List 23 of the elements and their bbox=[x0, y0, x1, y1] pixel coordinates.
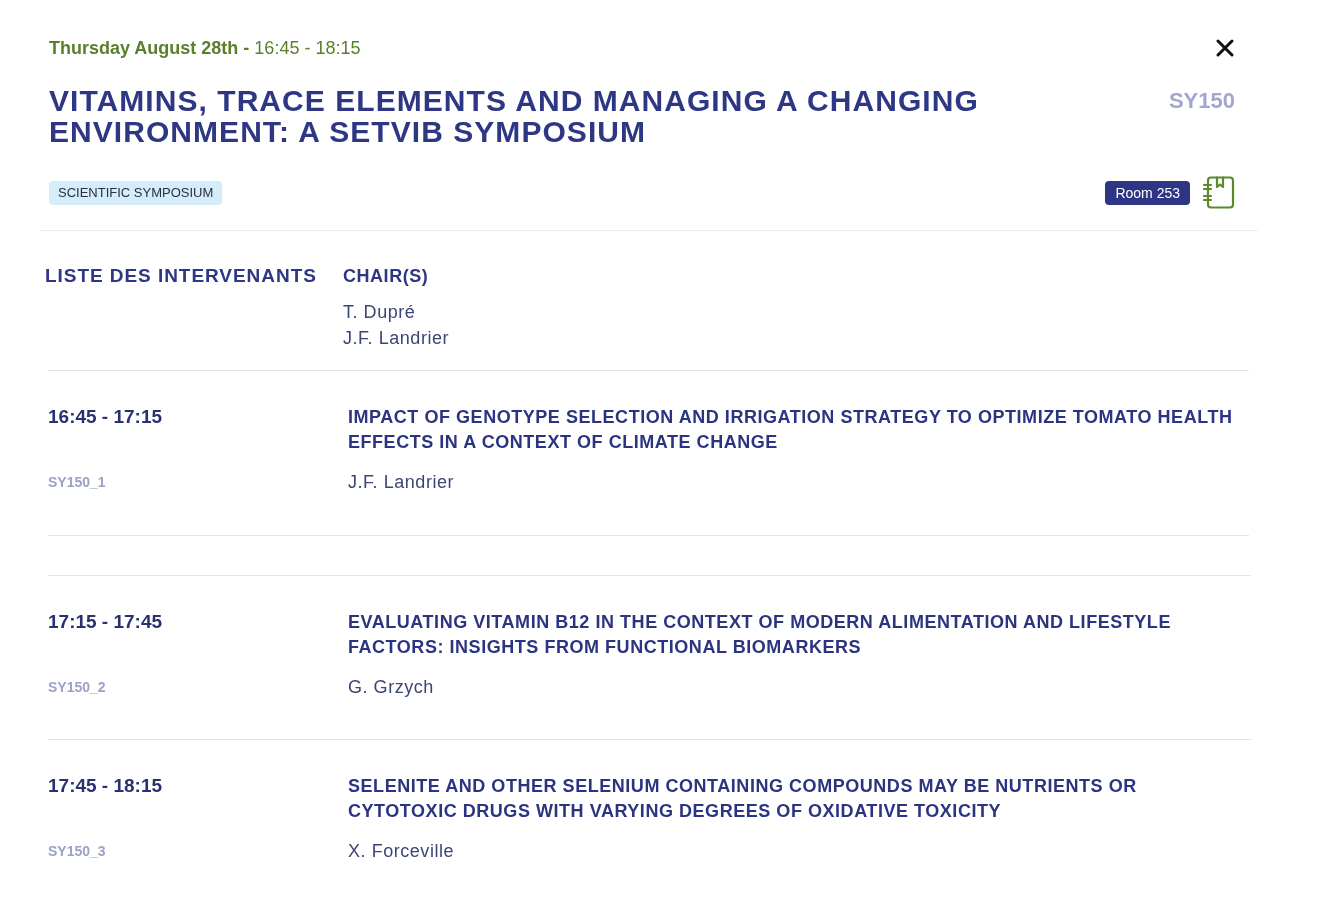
chair-name: T. Dupré bbox=[343, 301, 417, 324]
speaker-name: X. Forceville bbox=[348, 840, 456, 863]
chair-name: J.F. Landrier bbox=[343, 327, 450, 350]
talk-title: EVALUATING VITAMIN B12 IN THE CONTEXT OF MODERN ALIMENTATION AND LIFESTYLE FACTORS: INSIGHTS FROM FUNCTIONAL BIOMARKERS bbox=[348, 611, 1172, 659]
room-label: Room 253 bbox=[1105, 180, 1190, 205]
session-time: 17:45 - 18:15 bbox=[48, 774, 164, 798]
category-tag: SCIENTIFIC SYMPOSIUM bbox=[49, 180, 223, 205]
talk-code: SY150_2 bbox=[48, 678, 107, 697]
session-time: 16:45 - 17:15 bbox=[48, 405, 164, 429]
session-title: VITAMINS, TRACE ELEMENTS AND MANAGING A CHANGING ENVIRONMENT: A SETVIB SYMPOSIUM bbox=[49, 85, 980, 147]
session-code: SY150 bbox=[1168, 87, 1235, 115]
speaker-name: J.F. Landrier bbox=[348, 471, 456, 494]
chairs-label: CHAIR(S) bbox=[343, 265, 430, 288]
talk-code: SY150_1 bbox=[48, 473, 107, 492]
session-time: 17:15 - 17:45 bbox=[48, 610, 164, 634]
talk-code: SY150_3 bbox=[48, 842, 107, 861]
speakers-heading: LISTE DES INTERVENANTS bbox=[45, 264, 318, 288]
talk-title: IMPACT OF GENOTYPE SELECTION AND IRRIGATION STRATEGY TO OPTIMIZE TOMATO HEALTH EFFECTS IN A CONTEXT OF CLIMATE CHANGE bbox=[348, 406, 1234, 454]
notebook-icon[interactable] bbox=[1202, 176, 1235, 209]
speaker-name: G. Grzych bbox=[348, 676, 435, 699]
talk-title: SELENITE AND OTHER SELENIUM CONTAINING COMPOUNDS MAY BE NUTRIENTS OR CYTOTOXIC DRUGS WITH VARYING DEGREES OF OXIDATIVE TOXICITY bbox=[348, 775, 1138, 823]
close-icon bbox=[1216, 39, 1234, 57]
session-date: Thursday August 28th - 16:45 - 18:15 bbox=[49, 37, 361, 60]
